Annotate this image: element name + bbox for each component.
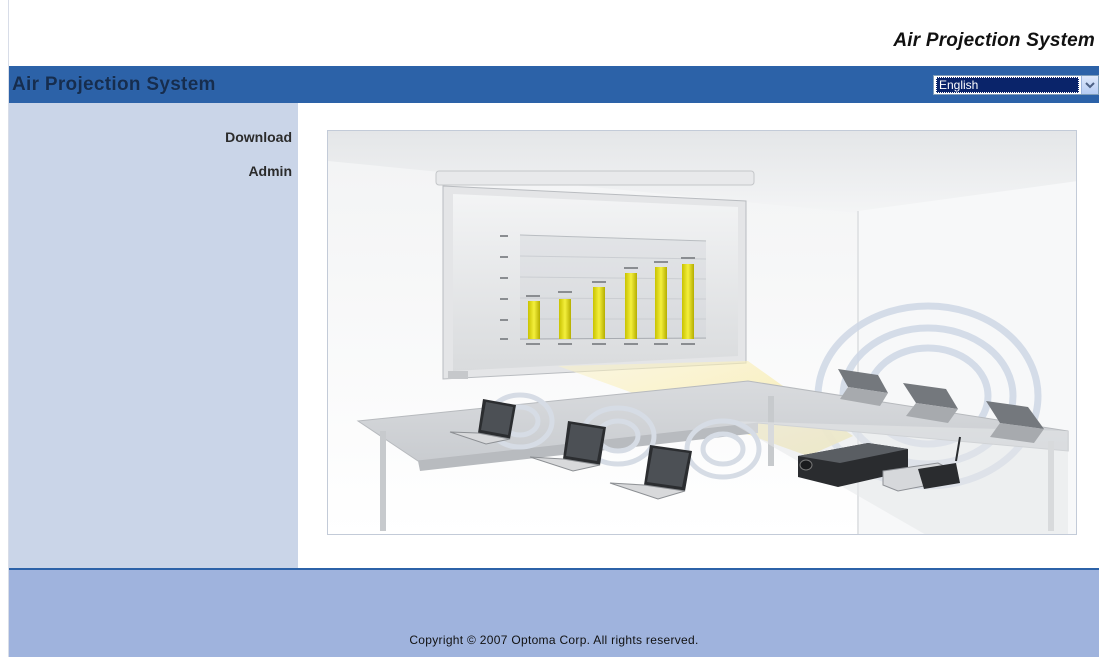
language-select-value: English — [936, 77, 1079, 93]
page-title: Air Projection System — [893, 30, 1095, 51]
sidebar-item-admin[interactable]: Admin — [248, 163, 292, 179]
header-bar-title: Air Projection System — [12, 74, 216, 95]
page-left-border — [0, 0, 9, 657]
hero-illustration — [327, 130, 1077, 535]
language-select[interactable]: English — [933, 75, 1099, 95]
header-bar: Air Projection System English — [9, 66, 1099, 103]
sidebar: Download Admin — [9, 103, 298, 568]
classroom-illustration — [328, 131, 1076, 534]
screen-chart — [500, 234, 707, 345]
footer: Copyright © 2007 Optoma Corp. All rights… — [9, 568, 1099, 657]
chevron-down-icon — [1085, 82, 1095, 89]
page: Air Projection System Air Projection Sys… — [9, 0, 1099, 657]
sidebar-item-download[interactable]: Download — [225, 129, 292, 145]
copyright-text: Copyright © 2007 Optoma Corp. All rights… — [409, 633, 699, 647]
language-dropdown-button[interactable] — [1081, 76, 1098, 94]
